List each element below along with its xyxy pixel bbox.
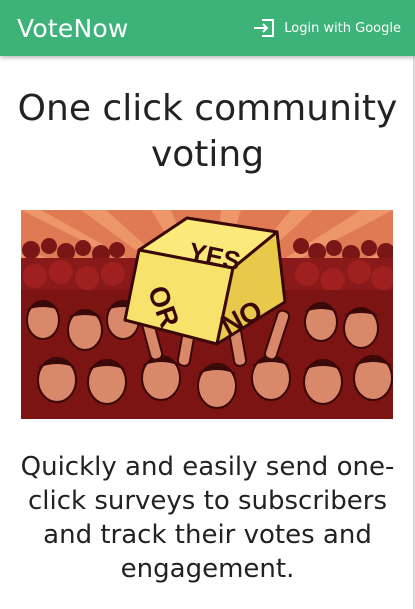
- hero-tagline: Quickly and easily send one-click survey…: [20, 452, 395, 584]
- brand-logo-link[interactable]: VoteNow: [17, 14, 128, 43]
- hero-illustration: YES OR NO: [21, 210, 393, 419]
- top-navbar: VoteNow Login with Google: [0, 0, 415, 56]
- login-label: Login with Google: [284, 20, 401, 36]
- login-icon: [254, 19, 275, 37]
- login-with-google-button[interactable]: Login with Google: [253, 19, 401, 37]
- hero-title: One click community voting: [17, 88, 398, 175]
